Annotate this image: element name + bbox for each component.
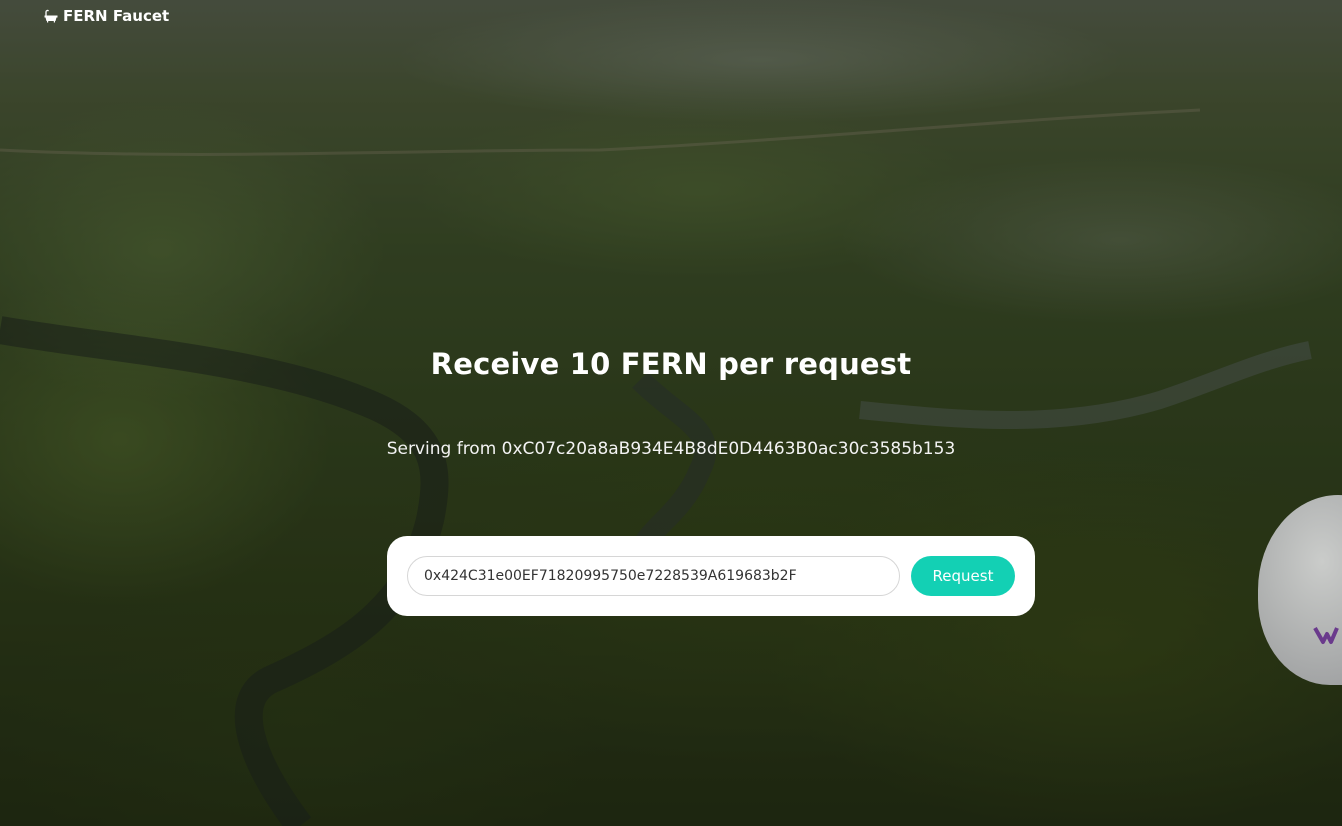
brand-name: FERN Faucet bbox=[63, 7, 170, 25]
balloon-logo-icon bbox=[1313, 627, 1339, 644]
request-form: Request bbox=[387, 536, 1035, 616]
wallet-address-input[interactable] bbox=[407, 556, 900, 596]
bathtub-icon bbox=[44, 9, 58, 23]
dark-overlay bbox=[0, 0, 1342, 826]
request-button[interactable]: Request bbox=[911, 556, 1015, 596]
brand[interactable]: FERN Faucet bbox=[44, 6, 169, 26]
serving-address-text: Serving from 0xC07c20a8aB934E4B8dE0D4463… bbox=[386, 439, 956, 459]
page-title: Receive 10 FERN per request bbox=[430, 347, 912, 381]
faucet-page: FERN Faucet Receive 10 FERN per request … bbox=[0, 0, 1342, 826]
